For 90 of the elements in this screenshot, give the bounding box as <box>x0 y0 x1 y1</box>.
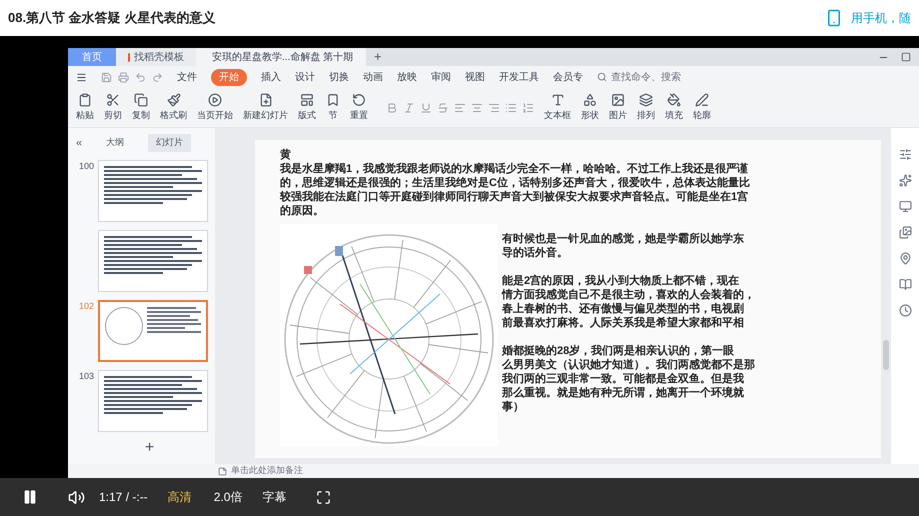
slide-text-line: 婚都挺晚的28岁，我们两是相亲认识的，第一眼 <box>502 344 736 358</box>
slide-heading: 黄 <box>280 148 292 162</box>
pause-icon[interactable] <box>22 489 38 505</box>
slide-number: 103 <box>78 370 94 382</box>
menu-tab[interactable]: 视图 <box>465 70 485 84</box>
shapes-icon <box>583 92 597 107</box>
ribbon-button[interactable]: 轮廓 <box>693 92 711 122</box>
subtitle-button[interactable]: 字幕 <box>262 488 286 506</box>
document-tab[interactable]: 找稻壳模板 <box>116 48 196 66</box>
menu-icon[interactable] <box>76 72 87 82</box>
image-icon <box>611 92 625 107</box>
text-icon <box>550 92 564 107</box>
video-title: 08.第八节 金水答疑 火星代表的意义 <box>8 9 216 28</box>
new-tab-button[interactable]: + <box>366 47 390 67</box>
clock-icon[interactable] <box>898 304 912 317</box>
monitor-icon[interactable] <box>898 200 912 213</box>
document-tab[interactable]: 安琪的星盘教学...命解盘 第十期 <box>196 48 366 66</box>
clipboard-icon <box>78 92 92 107</box>
copy-icon <box>134 92 148 107</box>
menu-tab[interactable]: 开发工具 <box>499 70 539 84</box>
panel-tab[interactable]: 幻灯片 <box>148 134 192 152</box>
slide-number: 102 <box>78 300 94 312</box>
volume-icon[interactable] <box>68 488 85 506</box>
ribbon-button[interactable]: 图片 <box>609 92 627 122</box>
pen-icon <box>695 92 709 107</box>
play-icon <box>208 92 222 107</box>
ribbon-button[interactable]: 格式刷 <box>160 92 187 122</box>
scrollbar-thumb[interactable] <box>883 340 890 370</box>
brush-icon <box>166 92 180 107</box>
ribbon-button[interactable]: 粘贴 <box>76 92 94 122</box>
new-slide-icon <box>258 92 272 107</box>
ribbon-button[interactable]: 剪切 <box>104 92 122 122</box>
quality-button[interactable]: 高清 <box>168 488 192 506</box>
menu-tab[interactable]: 审阅 <box>431 70 451 84</box>
ribbon-button[interactable]: 填充 <box>665 92 683 122</box>
slide-number: 100 <box>78 160 94 172</box>
slide-thumbnail[interactable] <box>98 160 208 222</box>
ribbon-button[interactable]: 形状 <box>581 92 599 122</box>
fullscreen-icon[interactable] <box>316 490 332 504</box>
search-field[interactable]: 查找命令、搜索 <box>611 70 701 84</box>
menu-tab[interactable]: 放映 <box>397 70 417 84</box>
collapse-button[interactable]: « <box>72 134 82 151</box>
slide-text-line: 事） <box>502 400 525 414</box>
speed-button[interactable]: 2.0倍 <box>214 488 242 506</box>
maximize-icon[interactable] <box>901 52 911 62</box>
ribbon-button[interactable]: 节 <box>326 92 340 122</box>
notes-icon <box>218 466 227 476</box>
images-icon[interactable] <box>898 226 912 239</box>
menu-tab[interactable]: 文件 <box>177 70 197 84</box>
slide-text-line: 那么重视。就是她有种无所谓，她离开一个环境就 <box>502 386 745 400</box>
phone-icon <box>825 9 843 27</box>
slide-text-line: 情方面我感觉自己不是很主动，喜欢的人会装着的， <box>502 288 755 302</box>
ribbon-button[interactable]: 重置 <box>350 92 368 122</box>
ribbon-button[interactable]: 新建幻灯片 <box>243 92 288 122</box>
menu-tab[interactable]: 会员专 <box>553 70 583 84</box>
reset-icon <box>352 92 366 107</box>
slide-text-line: 导的话外音。 <box>502 246 569 260</box>
slide-thumbnail[interactable] <box>98 230 208 292</box>
bucket-icon <box>667 92 681 107</box>
book-icon[interactable] <box>898 278 912 291</box>
slide-text-line: 有时候也是一针见血的感觉，她是学霸所以她学东 <box>502 232 745 246</box>
bookmark-icon <box>326 92 340 107</box>
sparkle-icon[interactable] <box>898 174 912 187</box>
time-display: 1:17 / -:-- <box>99 489 148 506</box>
slide-paragraph: 我是水星摩羯1，我感觉我跟老师说的水摩羯话少完全不一样，哈哈哈。不过工作上我还是很严谨的，思维逻辑还是很强的；生活里我绝对是C位，话特别多还声音大，很爱吹牛，总体表达能量比较强我能在法庭门口等开庭碰到律师同行聊天声音大到被保安大叔要求声音轻点。可能是坐在1宫的原因。 <box>280 162 751 218</box>
slide-text-line: 能是2宫的原因，我从小到大物质上都不错，现在 <box>502 274 740 288</box>
ribbon-button[interactable]: 版式 <box>298 92 316 122</box>
slide-text-line: 前最喜欢打麻将。人际关系我是希望大家都和平相 <box>502 316 745 330</box>
notes-placeholder[interactable]: 单击此处添加备注 <box>231 464 303 478</box>
sliders-icon[interactable] <box>898 148 912 161</box>
ribbon-button[interactable]: 当页开始 <box>197 92 233 122</box>
ribbon-button[interactable]: 排列 <box>637 92 655 122</box>
menu-tab[interactable]: 切换 <box>329 70 349 84</box>
slide-thumbnail[interactable] <box>98 300 208 362</box>
slide-text-line: 春上春树的书、还有傲慢与偏见类型的书，电视剧 <box>502 302 745 316</box>
slide-text-line: 么男男美文（认识她才知道）。我们两感觉都不是那 <box>502 358 755 372</box>
menu-tab[interactable]: 设计 <box>295 70 315 84</box>
menu-tab[interactable]: 动画 <box>363 70 383 84</box>
ribbon-button[interactable]: 复制 <box>132 92 150 122</box>
layout-icon <box>300 92 314 107</box>
menu-tab[interactable]: 插入 <box>261 70 281 84</box>
add-slide-button[interactable]: + <box>144 440 154 456</box>
panel-tab[interactable]: 大纲 <box>98 134 132 152</box>
scissors-icon <box>106 92 120 107</box>
ribbon-button[interactable]: 文本框 <box>544 92 571 122</box>
layers-icon <box>639 92 653 107</box>
pin-icon[interactable] <box>898 252 912 265</box>
slide-thumbnail[interactable] <box>98 370 208 432</box>
slide-text-line: 我们两的三观非常一致。可能都是金双鱼。但是我 <box>502 372 745 386</box>
search-icon <box>597 72 607 82</box>
